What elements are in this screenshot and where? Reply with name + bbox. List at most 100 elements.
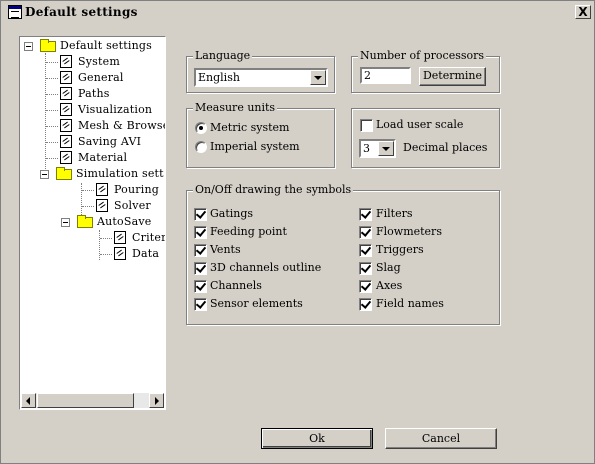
load-user-scale-label[interactable]: Load user scale <box>376 118 463 131</box>
tree-guide-line <box>82 190 94 192</box>
tree-guide-line <box>46 78 58 80</box>
window-title: Default settings <box>25 5 138 19</box>
imperial-radio[interactable] <box>195 141 207 153</box>
decimal-places-select[interactable]: 3 <box>359 139 396 158</box>
tree-item-material[interactable]: Material <box>46 150 165 166</box>
settings-tree[interactable]: Default settings System General Paths Vi… <box>19 36 166 410</box>
tree-item-label: Data <box>132 247 160 260</box>
tree-guide-line <box>100 238 112 240</box>
field-names-checkbox[interactable] <box>359 298 372 311</box>
document-icon <box>114 231 126 244</box>
tree-guide-line <box>46 158 58 160</box>
tree-item-pouring[interactable]: Pouring <box>82 182 165 198</box>
tree-item-criteria[interactable]: Criteria <box>100 230 165 246</box>
field-names-label[interactable]: Field names <box>376 297 444 310</box>
sensor-elements-label[interactable]: Sensor elements <box>210 297 303 310</box>
tree-item-label: Paths <box>78 87 110 100</box>
scale-group: Load user scale 3 Decimal places <box>351 108 500 168</box>
slag-label[interactable]: Slag <box>376 261 401 274</box>
sensor-elements-checkbox[interactable] <box>194 298 207 311</box>
tree-viewport: Default settings System General Paths Vi… <box>20 37 165 395</box>
tree-item-label: System <box>78 55 120 68</box>
feeding-point-checkbox[interactable] <box>194 226 207 239</box>
tree-item-simulation-settings[interactable]: Simulation sett <box>40 166 165 182</box>
tree-guide-line <box>46 142 58 144</box>
flowmeters-label[interactable]: Flowmeters <box>376 225 442 238</box>
channels-outline-label[interactable]: 3D channels outline <box>210 261 321 274</box>
tree-item-saving-avi[interactable]: Saving AVI <box>46 134 165 150</box>
dialog-window: Default settings X Default settings Syst… <box>0 0 595 464</box>
app-window-icon <box>8 5 22 19</box>
collapse-icon[interactable] <box>61 218 70 227</box>
vents-checkbox[interactable] <box>194 244 207 257</box>
tree-item-label: Mesh & Browser <box>78 119 165 132</box>
tree-item-visualization[interactable]: Visualization <box>46 102 165 118</box>
title-bar[interactable]: Default settings X <box>3 3 592 21</box>
channels-checkbox[interactable] <box>194 280 207 293</box>
tree-item-label: Saving AVI <box>78 135 142 148</box>
filters-label[interactable]: Filters <box>376 207 413 220</box>
symbols-group-label: On/Off drawing the symbols <box>193 183 354 196</box>
gatings-checkbox[interactable] <box>194 208 207 221</box>
measure-units-group: Measure units Metric system Imperial sys… <box>186 101 335 168</box>
chevron-down-icon[interactable] <box>310 70 326 85</box>
triggers-checkbox[interactable] <box>359 244 372 257</box>
tree-item-label: Default settings <box>60 39 152 52</box>
scroll-left-button[interactable] <box>21 393 36 408</box>
collapse-icon[interactable] <box>24 42 33 51</box>
axes-label[interactable]: Axes <box>376 279 402 292</box>
scroll-thumb[interactable] <box>37 393 134 408</box>
channels-outline-checkbox[interactable] <box>194 262 207 275</box>
channels-label[interactable]: Channels <box>210 279 262 292</box>
tree-item-mesh-browser[interactable]: Mesh & Browser <box>46 118 165 134</box>
language-select-value: English <box>198 71 240 84</box>
document-icon <box>60 119 72 132</box>
tree-item-paths[interactable]: Paths <box>46 86 165 102</box>
gatings-label[interactable]: Gatings <box>210 207 253 220</box>
tree-item-autosave[interactable]: AutoSave <box>61 214 165 230</box>
flowmeters-checkbox[interactable] <box>359 226 372 239</box>
ok-button[interactable]: Ok <box>261 428 373 449</box>
filters-checkbox[interactable] <box>359 208 372 221</box>
document-icon <box>96 183 108 196</box>
tree-guide-line <box>46 62 58 64</box>
processors-input[interactable]: 2 <box>360 67 411 84</box>
feeding-point-label[interactable]: Feeding point <box>210 225 287 238</box>
document-icon <box>96 199 108 212</box>
scroll-right-button[interactable] <box>149 393 164 408</box>
axes-checkbox[interactable] <box>359 280 372 293</box>
tree-item-default-settings[interactable]: Default settings <box>24 38 164 54</box>
slag-checkbox[interactable] <box>359 262 372 275</box>
document-icon <box>60 103 72 116</box>
tree-item-label: Criteria <box>132 231 165 244</box>
metric-radio[interactable] <box>195 122 207 134</box>
tree-item-system[interactable]: System <box>46 54 165 70</box>
tree-item-general[interactable]: General <box>46 70 165 86</box>
folder-icon <box>40 39 56 52</box>
cancel-button[interactable]: Cancel <box>385 428 497 449</box>
tree-item-solver[interactable]: Solver <box>82 198 165 214</box>
language-group-label: Language <box>193 49 253 62</box>
document-icon <box>114 247 126 260</box>
tree-guide-line <box>46 126 58 128</box>
vents-label[interactable]: Vents <box>210 243 241 256</box>
metric-radio-label[interactable]: Metric system <box>210 121 290 134</box>
load-user-scale-checkbox[interactable] <box>360 119 373 132</box>
tree-guide-line <box>82 206 94 208</box>
collapse-icon[interactable] <box>40 170 49 179</box>
close-button[interactable]: X <box>575 5 591 19</box>
tree-item-label: Material <box>78 151 128 164</box>
determine-button[interactable]: Determine <box>419 67 486 86</box>
chevron-down-icon[interactable] <box>378 141 394 156</box>
tree-horizontal-scrollbar[interactable] <box>21 393 164 408</box>
folder-icon <box>56 167 72 180</box>
decimal-places-value: 3 <box>363 142 370 155</box>
folder-icon <box>77 215 93 228</box>
tree-item-label: Visualization <box>78 103 153 116</box>
tree-item-data[interactable]: Data <box>100 246 165 262</box>
language-select[interactable]: English <box>194 68 328 87</box>
arrow-right-icon <box>155 397 159 405</box>
triggers-label[interactable]: Triggers <box>376 243 424 256</box>
imperial-radio-label[interactable]: Imperial system <box>210 140 300 153</box>
document-icon <box>60 151 72 164</box>
